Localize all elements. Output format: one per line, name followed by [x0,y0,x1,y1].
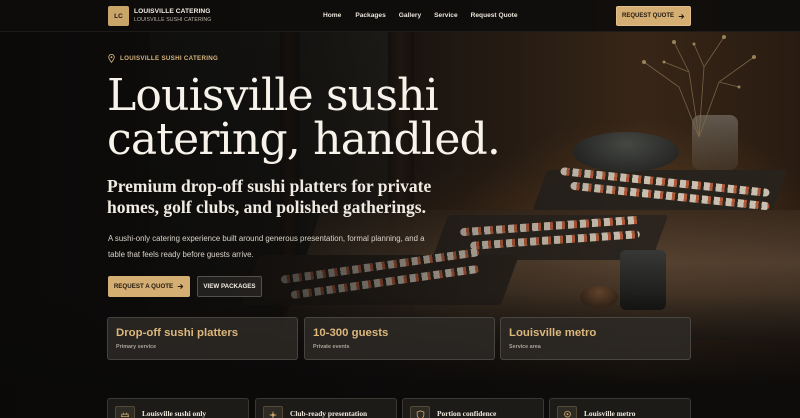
nav-request-quote[interactable]: Request Quote [471,12,518,19]
nav-gallery[interactable]: Gallery [399,12,421,19]
nav-service[interactable]: Service [434,12,457,19]
hero-body-copy: A sushi-only catering experience built a… [108,234,425,259]
feature-card: Portion confidence [402,398,544,418]
arrow-right-icon [678,13,685,19]
hero-headline: Louisville sushi catering, handled. [107,70,501,165]
site-header: LC LOUISVILLE CATERING LOUISVILLE SUSHI … [0,0,800,32]
pin-icon [557,406,577,418]
stat-value: Drop-off sushi platters [116,327,239,339]
tray-icon [115,406,135,418]
stat-label: Primary service [116,344,157,350]
feature-title: Club-ready presentation [290,409,368,418]
request-a-quote-label: REQUEST A QUOTE [113,283,174,290]
main-nav: Home Packages Gallery Service Request Qu… [323,12,518,19]
eyebrow-text: LOUISVILLE SUSHI CATERING [120,55,219,62]
header-request-quote-button[interactable]: REQUEST QUOTE [616,6,691,26]
shield-icon [410,406,430,418]
hero-subheadline: Premium drop-off sushi platters for priv… [107,176,432,217]
brand-name[interactable]: LOUISVILLE CATERING [134,8,211,15]
feature-title: Louisville sushi only [142,409,207,418]
stat-card: Drop-off sushi platters Primary service [107,317,298,360]
hero-eyebrow: LOUISVILLE SUSHI CATERING [108,54,218,63]
logo-badge[interactable]: LC [108,6,129,26]
feature-title: Portion confidence [437,409,497,418]
nav-home[interactable]: Home [323,12,341,19]
feature-card: Louisville sushi only [107,398,249,418]
stat-label: Private events [313,344,350,350]
location-pin-icon [108,54,115,63]
view-packages-button[interactable]: VIEW PACKAGES [197,276,262,297]
feature-card: Club-ready presentation [255,398,397,418]
feature-card: Louisville metro [549,398,691,418]
stat-card: Louisville metro Service area [500,317,691,360]
stat-value: Louisville metro [509,327,597,339]
feature-title: Louisville metro [584,409,636,418]
header-request-quote-label: REQUEST QUOTE [621,13,674,19]
stat-label: Service area [509,344,541,350]
nav-packages[interactable]: Packages [355,12,385,19]
request-a-quote-button[interactable]: REQUEST A QUOTE [108,276,190,297]
arrow-right-icon [177,284,184,289]
brand-tagline: LOUISVILLE SUSHI CATERING [134,17,212,23]
stat-card: 10-300 guests Private events [304,317,495,360]
sparkle-icon [263,406,283,418]
stat-value: 10-300 guests [313,327,389,339]
